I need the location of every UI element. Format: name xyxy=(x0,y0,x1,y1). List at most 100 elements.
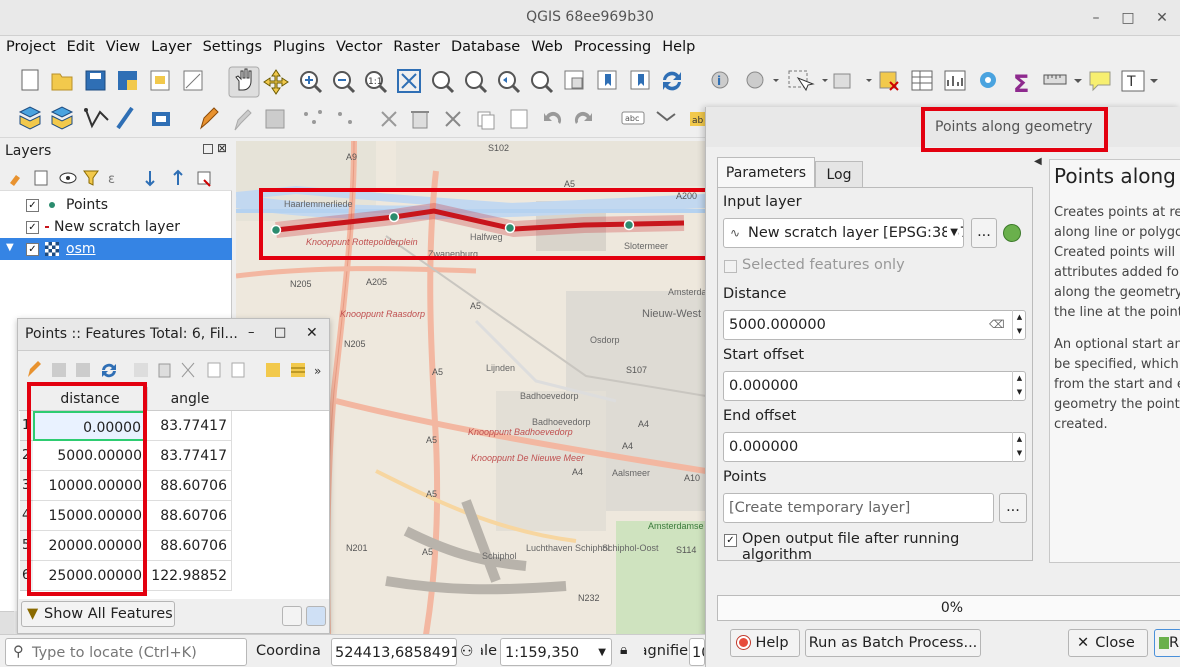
cell-angle[interactable]: 88.60706 xyxy=(147,471,232,501)
toggle-editing-icon xyxy=(200,107,219,130)
menu-project[interactable]: Project xyxy=(0,36,61,55)
layer-checkbox[interactable]: ✓ xyxy=(26,221,39,234)
menu-settings[interactable]: Settings xyxy=(197,36,267,55)
close-window-icon[interactable]: ✕ xyxy=(1152,8,1172,28)
selected-only-label: Selected features only xyxy=(742,257,905,273)
road-label: S102 xyxy=(488,143,509,153)
layer-row-scratch[interactable]: ✓ New scratch layer xyxy=(0,216,232,238)
tab-parameters[interactable]: Parameters xyxy=(717,157,815,187)
road-label: A4 xyxy=(622,441,633,451)
delete-selected-icon xyxy=(411,111,429,129)
collapse-arrow-icon[interactable]: ▼ xyxy=(6,242,14,253)
layer-row-points[interactable]: ✓ Points xyxy=(0,194,232,216)
maximize-icon[interactable]: □ xyxy=(1118,8,1138,28)
distance-spinner[interactable]: ▲ ▼ xyxy=(1012,310,1026,340)
column-header-angle[interactable]: angle xyxy=(147,387,232,411)
lock-icon[interactable]: 🔒︎ xyxy=(620,642,627,658)
svg-text:Σ: Σ xyxy=(1013,70,1029,98)
menu-raster[interactable]: Raster xyxy=(387,36,445,55)
start-offset-spinner[interactable]: ▲ ▼ xyxy=(1012,371,1026,401)
cell-angle[interactable]: 88.60706 xyxy=(147,501,232,531)
magnifier-input[interactable]: 10 xyxy=(689,638,705,666)
help-button[interactable]: Help xyxy=(730,629,800,657)
iterate-icon[interactable] xyxy=(1003,224,1021,242)
layer-label: Points xyxy=(66,197,109,213)
zoom-out-icon xyxy=(333,71,356,94)
run-button[interactable]: R xyxy=(1154,629,1180,657)
coordinate-input[interactable]: 524413,6858491 xyxy=(331,638,457,666)
minimize-icon[interactable]: – xyxy=(1086,8,1106,28)
paste-features-icon xyxy=(510,109,528,129)
collapse-arrow-icon[interactable]: ◀ xyxy=(1034,156,1042,167)
road-label: A5 xyxy=(426,489,437,499)
chevron-down-icon: ▼ xyxy=(947,219,958,247)
menu-vector[interactable]: Vector xyxy=(330,36,387,55)
menu-plugins[interactable]: Plugins xyxy=(267,36,330,55)
close-button[interactable]: ✕ Close xyxy=(1068,629,1148,657)
cell-angle[interactable]: 83.77417 xyxy=(147,441,232,471)
menu-edit[interactable]: Edit xyxy=(61,36,100,55)
zoom-native-icon: 1:1 xyxy=(365,71,388,94)
show-all-features-button[interactable]: ▼ Show All Features xyxy=(21,601,175,627)
copy-icon xyxy=(207,362,221,378)
points-output-input[interactable]: [Create temporary layer] xyxy=(723,493,994,523)
add-raster-icon xyxy=(116,106,134,130)
start-offset-label: Start offset xyxy=(723,347,805,363)
tab-log[interactable]: Log xyxy=(815,161,863,187)
filter-expression-icon: ε xyxy=(108,172,115,187)
locator-input[interactable]: ⚲ Type to locate (Ctrl+K) xyxy=(5,638,247,666)
scale-select[interactable]: 1:159,350 ▼ xyxy=(500,638,612,666)
input-layer-select[interactable]: ∿ New scratch layer [EPSG:3857] ▼ xyxy=(723,218,964,248)
select-all-icon xyxy=(291,363,305,377)
browse-layer-button[interactable]: ... xyxy=(971,218,997,248)
cell-angle[interactable]: 88.60706 xyxy=(147,531,232,561)
progress-bar: 0% xyxy=(717,595,1180,621)
table-view-button[interactable] xyxy=(306,606,326,626)
start-offset-input[interactable]: 0.000000 ▲ ▼ xyxy=(723,371,1026,401)
float-panel-icon[interactable] xyxy=(203,144,213,154)
delete-feature-icon xyxy=(158,363,171,378)
end-offset-input[interactable]: 0.000000 ▲ ▼ xyxy=(723,432,1026,462)
menu-database[interactable]: Database xyxy=(445,36,525,55)
collapse-all-icon xyxy=(173,169,183,185)
clear-icon[interactable]: ⌫ xyxy=(989,311,1005,339)
close-panel-icon[interactable]: ⊠ xyxy=(217,141,227,155)
open-output-label: Open output file after running algorithm xyxy=(742,531,960,563)
attribute-table-window: Points :: Features Total: 6, Fil... – □ … xyxy=(17,318,330,634)
road-label: A4 xyxy=(638,419,649,429)
cell-angle[interactable]: 83.77417 xyxy=(147,411,232,441)
menu-web[interactable]: Web xyxy=(525,36,568,55)
end-offset-spinner[interactable]: ▲ ▼ xyxy=(1012,432,1026,462)
menu-help[interactable]: Help xyxy=(656,36,700,55)
attribute-table-titlebar[interactable]: Points :: Features Total: 6, Fil... – □ … xyxy=(18,319,329,351)
form-view-button[interactable] xyxy=(282,606,302,626)
svg-text:T: T xyxy=(1126,74,1136,90)
maximize-icon[interactable]: □ xyxy=(274,325,286,340)
menu-layer[interactable]: Layer xyxy=(145,36,196,55)
coordinate-toggle-icon[interactable]: ⚇ xyxy=(460,642,473,660)
panel-tab-stub[interactable] xyxy=(0,611,14,634)
place-label: Knooppunt Raasdorp xyxy=(340,309,425,319)
selected-only-checkbox[interactable] xyxy=(724,260,737,273)
zoom-in-icon xyxy=(300,71,323,94)
distance-value: 5000.000000 xyxy=(729,317,826,333)
layer-checkbox[interactable]: ✓ xyxy=(26,199,39,212)
menu-view[interactable]: View xyxy=(100,36,145,55)
minimize-icon[interactable]: – xyxy=(248,325,255,340)
svg-text:1:1: 1:1 xyxy=(368,77,382,87)
new-print-layout-icon xyxy=(150,70,170,91)
layer-row-osm[interactable]: ▼ ✓ osm xyxy=(0,238,232,260)
filter-icon: ▼ xyxy=(27,606,39,622)
sum-icon: Σ xyxy=(1013,70,1029,98)
layers-toolbar: ε xyxy=(0,163,232,191)
identify-icon: i xyxy=(711,71,729,89)
distance-input[interactable]: 5000.000000 ⌫ ▲ ▼ xyxy=(723,310,1026,340)
layer-checkbox[interactable]: ✓ xyxy=(26,243,39,256)
batch-process-button[interactable]: Run as Batch Process... xyxy=(805,629,981,657)
open-output-checkbox[interactable]: ✓ xyxy=(724,534,737,547)
close-icon[interactable]: ✕ xyxy=(306,325,318,341)
manage-map-themes-icon xyxy=(59,172,77,184)
menu-processing[interactable]: Processing xyxy=(568,36,656,55)
cell-angle[interactable]: 122.98852 xyxy=(147,561,232,591)
browse-output-button[interactable]: ... xyxy=(999,493,1027,523)
